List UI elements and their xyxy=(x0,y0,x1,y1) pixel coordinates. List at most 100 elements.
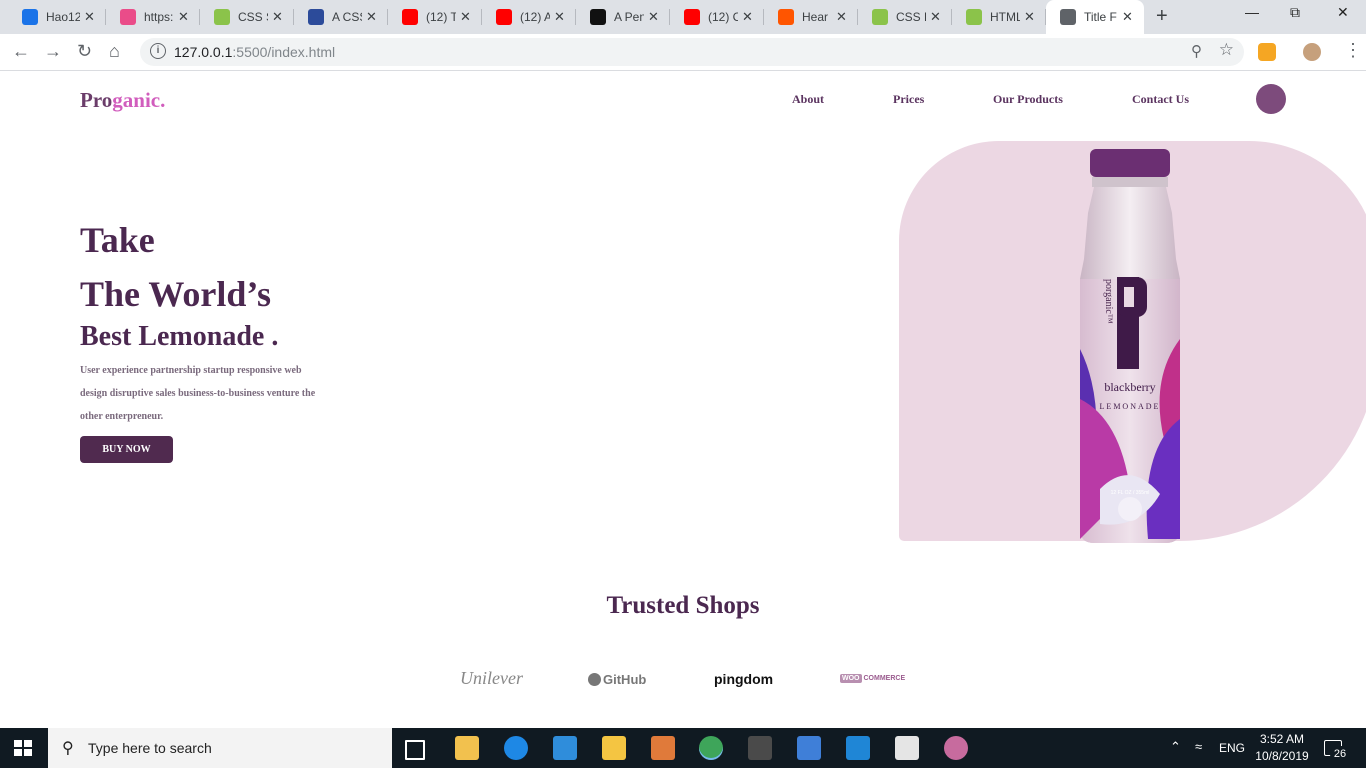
tab-close-icon[interactable]: ✕ xyxy=(930,9,941,25)
bottle-flavor-text: blackberry xyxy=(1104,380,1155,394)
nav-link-prices[interactable]: Prices xyxy=(893,92,924,107)
wifi-icon[interactable]: ≈ xyxy=(1195,739,1202,754)
clock-date: 10/8/2019 xyxy=(1255,749,1309,763)
address-bar[interactable]: i 127.0.0.1:5500/index.html ⚲ ☆ xyxy=(140,38,1244,66)
site-logo[interactable]: Proganic. xyxy=(80,88,165,113)
hero-title-line-3: Best Lemonade . xyxy=(80,321,279,352)
browser-tab[interactable]: (12) A ✕ xyxy=(482,0,576,34)
tab-favicon-icon xyxy=(778,9,794,25)
tab-close-icon[interactable]: ✕ xyxy=(1122,9,1133,25)
home-icon[interactable]: ⌂ xyxy=(109,41,120,62)
tab-close-icon[interactable]: ✕ xyxy=(84,9,95,25)
hero-description: User experience partnership startup resp… xyxy=(80,365,316,422)
tab-favicon-icon xyxy=(966,9,982,25)
url-text[interactable]: 127.0.0.1:5500/index.html xyxy=(174,44,335,60)
language-indicator[interactable]: ENG xyxy=(1219,741,1245,755)
new-tab-button[interactable]: + xyxy=(1156,5,1168,28)
vscode-icon[interactable] xyxy=(846,736,870,760)
bookmark-star-icon[interactable]: ☆ xyxy=(1219,40,1234,60)
notes-app-icon[interactable] xyxy=(797,736,821,760)
tab-favicon-icon xyxy=(590,9,606,25)
file-explorer-icon[interactable] xyxy=(602,736,626,760)
tab-close-icon[interactable]: ✕ xyxy=(1024,9,1035,25)
taskbar-search-box[interactable]: ⚲ Type here to search xyxy=(48,728,392,768)
zoom-icon[interactable]: ⚲ xyxy=(1191,42,1202,60)
woocommerce-logo: WOO COMMERCE xyxy=(840,674,906,683)
minimize-button[interactable]: — xyxy=(1245,4,1259,20)
search-icon: ⚲ xyxy=(62,740,74,757)
nav-circle-button[interactable] xyxy=(1256,84,1286,114)
tab-title: CSS F xyxy=(896,10,926,24)
browser-tab[interactable]: Hao12 ✕ xyxy=(8,0,106,34)
browser-tab[interactable]: CSS F ✕ xyxy=(858,0,952,34)
photos-icon[interactable] xyxy=(895,736,919,760)
tab-close-icon[interactable]: ✕ xyxy=(178,9,189,25)
tab-favicon-icon xyxy=(22,9,38,25)
hero-title-line-2: The World’s xyxy=(80,274,272,314)
browser-toolbar: ← → ↻ ⌂ i 127.0.0.1:5500/index.html ⚲ ☆ xyxy=(0,34,1366,71)
tab-close-icon[interactable]: ✕ xyxy=(366,9,377,25)
browser-tab[interactable]: A CSS ✕ xyxy=(294,0,388,34)
tab-close-icon[interactable]: ✕ xyxy=(272,9,283,25)
tab-close-icon[interactable]: ✕ xyxy=(460,9,471,25)
tab-title: CSS S xyxy=(238,10,268,24)
restore-button[interactable]: ⧉ xyxy=(1290,4,1300,21)
notification-count-badge: 26 xyxy=(1330,746,1350,762)
unilever-logo: Unilever xyxy=(460,668,523,688)
chrome-icon[interactable] xyxy=(699,736,723,760)
tab-close-icon[interactable]: ✕ xyxy=(554,9,565,25)
tab-favicon-icon xyxy=(120,9,136,25)
bottle-type-text: LEMONADE xyxy=(1100,402,1161,411)
edge-icon[interactable] xyxy=(504,736,528,760)
tab-favicon-icon xyxy=(308,9,324,25)
buy-now-button[interactable]: BUY NOW xyxy=(80,436,173,463)
nav-link-contact-us[interactable]: Contact Us xyxy=(1132,92,1189,107)
hero-title-line-1: Take xyxy=(80,220,155,260)
tab-favicon-icon xyxy=(496,9,512,25)
bottle-brand-text: porganic™ xyxy=(1103,279,1114,324)
tab-favicon-icon xyxy=(402,9,418,25)
browser-tab[interactable]: Hear ✕ xyxy=(764,0,858,34)
app-icon[interactable] xyxy=(651,736,675,760)
browser-tab[interactable]: (12) C ✕ xyxy=(670,0,764,34)
browser-tab[interactable]: HTML ✕ xyxy=(952,0,1046,34)
paint-icon[interactable] xyxy=(944,736,968,760)
task-view-icon[interactable] xyxy=(405,740,425,760)
profile-avatar[interactable] xyxy=(1303,43,1321,61)
tab-title: https: xyxy=(144,10,174,24)
nav-link-our-products[interactable]: Our Products xyxy=(993,92,1063,107)
pingdom-logo: pingdom xyxy=(714,671,774,687)
browser-tab[interactable]: Title F ✕ xyxy=(1046,0,1144,34)
lemonade-bottle-image: porganic™ blackberry LEMONADE 12 FL OZ /… xyxy=(1080,149,1180,543)
close-window-button[interactable]: ✕ xyxy=(1337,4,1349,21)
sync-app-icon[interactable] xyxy=(553,736,577,760)
back-icon[interactable]: ← xyxy=(12,41,30,62)
bottle-volume-text: 12 FL OZ / 355ml xyxy=(1111,490,1150,496)
tab-close-icon[interactable]: ✕ xyxy=(836,9,847,25)
trusted-shops-heading: Trusted Shops xyxy=(606,592,760,619)
tab-title: HTML xyxy=(990,10,1020,24)
forward-icon[interactable]: → xyxy=(44,41,62,62)
system-clock[interactable]: 3:52 AM 10/8/2019 xyxy=(1254,731,1310,765)
web-page: Proganic. About Prices Our Products Cont… xyxy=(0,71,1366,728)
tab-close-icon[interactable]: ✕ xyxy=(648,9,659,25)
github-icon xyxy=(588,673,601,686)
browser-tab[interactable]: CSS S ✕ xyxy=(200,0,294,34)
tab-title: A Pen xyxy=(614,10,644,24)
tab-close-icon[interactable]: ✕ xyxy=(742,9,753,25)
tab-title: Title F xyxy=(1084,10,1117,24)
windows-start-icon[interactable] xyxy=(14,740,32,756)
browser-tab[interactable]: A Pen ✕ xyxy=(576,0,670,34)
nav-link-about[interactable]: About xyxy=(792,92,824,107)
tab-title: (12) A xyxy=(520,10,550,24)
extension-icon[interactable] xyxy=(1258,43,1276,61)
browser-menu-icon[interactable]: ⋮ xyxy=(1344,40,1362,61)
tab-title: Hao12 xyxy=(46,10,80,24)
browser-tab[interactable]: https: ✕ xyxy=(106,0,200,34)
browser-tab[interactable]: (12) T ✕ xyxy=(388,0,482,34)
site-info-icon[interactable]: i xyxy=(150,43,166,59)
store-icon[interactable] xyxy=(455,736,479,760)
show-hidden-icons-icon[interactable]: ⌃ xyxy=(1170,739,1181,755)
sublime-text-icon[interactable] xyxy=(748,736,772,760)
reload-icon[interactable]: ↻ xyxy=(77,41,92,62)
